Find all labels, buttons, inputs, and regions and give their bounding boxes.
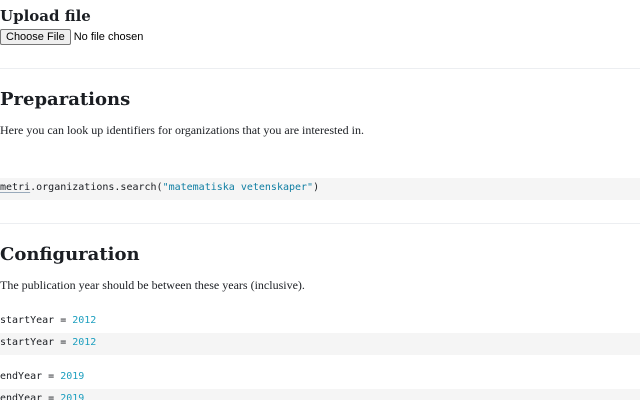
start-year-value: 2012 — [72, 337, 97, 348]
code-argument: "matematiska vetenskaper" — [162, 182, 314, 193]
code-close: ) — [313, 182, 320, 193]
choose-file-button[interactable]: Choose File — [0, 29, 71, 45]
code-object[interactable]: metri — [0, 182, 30, 193]
configuration-title: Configuration — [0, 244, 140, 265]
end-year-cell[interactable]: endYear = 2019 — [0, 389, 640, 400]
end-year-input[interactable]: endYear = 2019 — [0, 370, 640, 386]
end-year-name: endYear — [0, 393, 43, 400]
upload-title: Upload file — [0, 7, 91, 25]
preparations-title: Preparations — [0, 89, 131, 110]
section-divider — [0, 223, 640, 224]
start-year-input[interactable]: startYear = 2012 — [0, 314, 640, 330]
start-year-name: startYear — [0, 337, 55, 348]
section-divider — [0, 68, 640, 69]
notebook-page: Upload file Choose File No file chosen P… — [0, 0, 640, 400]
file-input[interactable]: Choose File No file chosen — [0, 29, 143, 45]
search-code-cell[interactable]: metri.organizations.search("matematiska … — [0, 178, 640, 200]
start-year-name: startYear — [0, 315, 55, 326]
preparations-description: Here you can look up identifiers for org… — [0, 123, 364, 137]
end-year-value: 2019 — [60, 371, 85, 382]
end-year-op: = — [42, 371, 61, 382]
file-status: No file chosen — [73, 31, 144, 43]
code-method: .organizations.search( — [30, 182, 163, 193]
end-year-name: endYear — [0, 371, 43, 382]
start-year-cell[interactable]: startYear = 2012 — [0, 333, 640, 355]
end-year-value: 2019 — [60, 393, 85, 400]
start-year-value: 2012 — [72, 315, 97, 326]
configuration-description: The publication year should be between t… — [0, 278, 305, 292]
start-year-op: = — [54, 315, 73, 326]
end-year-op: = — [42, 393, 61, 400]
start-year-op: = — [54, 337, 73, 348]
